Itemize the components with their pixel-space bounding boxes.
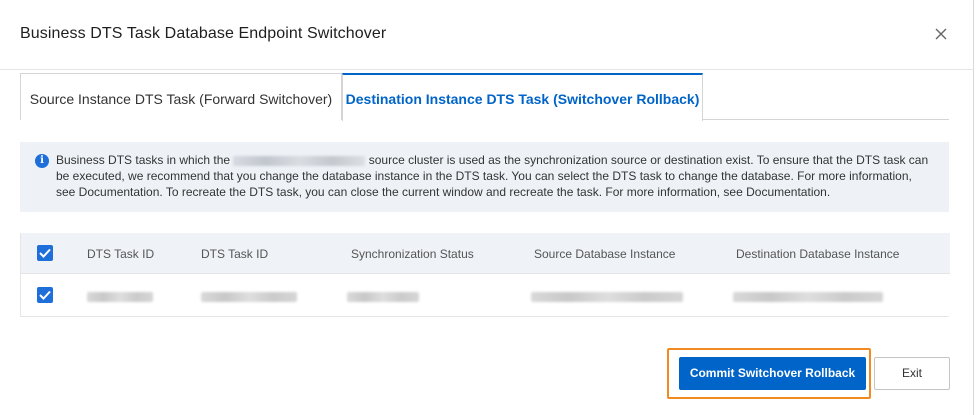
select-all-checkbox[interactable] (37, 245, 53, 261)
redacted-source-db (531, 292, 683, 302)
row-checkbox[interactable] (37, 287, 53, 303)
dialog-title: Business DTS Task Database Endpoint Swit… (20, 25, 387, 42)
exit-button[interactable]: Exit (874, 357, 950, 390)
tab-source-instance[interactable]: Source Instance DTS Task (Forward Switch… (20, 73, 342, 120)
tab-destination-instance[interactable]: Destination Instance DTS Task (Switchove… (342, 73, 703, 121)
redacted-destination-db (733, 292, 883, 302)
redacted-task-id (87, 292, 153, 302)
column-header-dts-task-id-2: DTS Task ID (201, 247, 269, 261)
commit-switchover-rollback-button[interactable]: Commit Switchover Rollback (679, 357, 866, 390)
dts-task-table: DTS Task ID DTS Task ID Synchronization … (20, 233, 950, 317)
switchover-dialog: Business DTS Task Database Endpoint Swit… (0, 0, 974, 415)
column-header-sync-status: Synchronization Status (351, 247, 474, 261)
info-icon: i (35, 154, 49, 168)
column-header-source-db: Source Database Instance (534, 247, 676, 261)
table-header: DTS Task ID DTS Task ID Synchronization … (21, 233, 950, 274)
info-notice: i Business DTS tasks in which the source… (20, 142, 949, 212)
dialog-header: Business DTS Task Database Endpoint Swit… (0, 0, 974, 70)
column-header-dts-task-id: DTS Task ID (87, 247, 155, 261)
close-icon[interactable] (931, 24, 951, 44)
redacted-task-id-2 (201, 292, 297, 302)
column-header-destination-db: Destination Database Instance (736, 247, 900, 261)
redacted-cluster-name (233, 155, 366, 166)
redacted-sync-status (347, 292, 419, 302)
table-row[interactable] (21, 274, 950, 316)
notice-text-before: Business DTS tasks in which the (56, 153, 234, 167)
tab-bar: Source Instance DTS Task (Forward Switch… (20, 73, 949, 121)
